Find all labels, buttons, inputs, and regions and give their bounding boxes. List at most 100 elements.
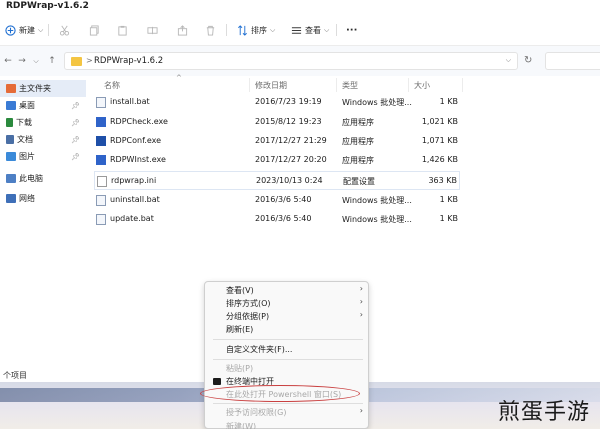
column-header-modified[interactable]: 修改日期 xyxy=(255,80,287,91)
navigation-pane: 主文件夹 桌面 📌︎ 下载 📌︎ 文档 📌︎ 图片 📌︎ 此电脑 网络 xyxy=(0,76,86,368)
table-row[interactable]: RDPWInst.exe 2017/12/27 20:20 应用程序 1,426… xyxy=(94,151,460,170)
pin-icon: 📌︎ xyxy=(71,135,80,144)
pin-icon: 📌︎ xyxy=(71,118,80,127)
menu-item-new[interactable]: 新建(W) xyxy=(205,420,370,429)
window-title: RDPWrap-v1.6.2 xyxy=(6,1,89,11)
forward-button[interactable]: → xyxy=(16,55,28,67)
menu-item-paste[interactable]: 粘贴(P) xyxy=(205,362,370,375)
share-icon xyxy=(176,24,188,36)
file-name: update.bat xyxy=(110,214,154,223)
sidebar-item-network[interactable]: 网络 xyxy=(0,190,86,207)
menu-item-customize-folder[interactable]: 自定义文件夹(F)... xyxy=(205,343,370,356)
new-label: 新建 xyxy=(19,25,35,35)
up-button[interactable]: ↑ xyxy=(46,55,58,67)
home-icon xyxy=(6,84,16,93)
bat-icon xyxy=(96,214,106,225)
column-divider[interactable] xyxy=(336,78,337,92)
column-divider[interactable] xyxy=(408,78,409,92)
rename-icon xyxy=(146,24,158,36)
download-icon xyxy=(6,118,13,127)
trash-icon xyxy=(204,24,216,36)
table-row[interactable]: uninstall.bat 2016/3/6 5:40 Windows 批处理.… xyxy=(94,191,460,210)
terminal-icon xyxy=(213,378,221,385)
sort-icon xyxy=(236,24,248,36)
table-row[interactable]: rdpwrap.ini 2023/10/13 0:24 配置设置 363 KB xyxy=(94,171,460,190)
paste-button[interactable] xyxy=(116,22,128,38)
new-dropdown-icon: ⌵ xyxy=(38,25,44,34)
view-label: 查看 xyxy=(305,25,321,35)
view-icon xyxy=(290,24,302,36)
pin-icon: 📌︎ xyxy=(71,152,80,161)
menu-item-sort-by[interactable]: 排序方式(O) › xyxy=(205,297,370,310)
desktop-icon xyxy=(6,101,16,110)
toolbar: 新建 ⌵ 排序 ⌵ 查看 ⌵ ··· xyxy=(0,14,600,46)
up-arrow-icon: ↑ xyxy=(48,56,56,66)
document-icon xyxy=(6,135,14,144)
column-header-size[interactable]: 大小 xyxy=(414,80,430,91)
view-button[interactable]: 查看 ⌵ xyxy=(290,22,329,38)
address-bar[interactable]: > RDPWrap-v1.6.2 ⌵ xyxy=(64,52,518,70)
column-divider[interactable] xyxy=(462,78,463,92)
refresh-button[interactable]: ↻ xyxy=(524,55,532,66)
refresh-icon: ↻ xyxy=(524,55,533,66)
menu-item-view[interactable]: 查看(V) › xyxy=(205,284,370,297)
copy-icon xyxy=(88,24,100,36)
sidebar-item-home[interactable]: 主文件夹 xyxy=(0,80,86,97)
exe-icon xyxy=(96,136,106,146)
pin-icon: 📌︎ xyxy=(71,101,80,110)
bat-icon xyxy=(96,97,106,108)
table-row[interactable]: update.bat 2016/3/6 5:40 Windows 批处理... … xyxy=(94,210,460,229)
menu-item-group-by[interactable]: 分组依据(P) › xyxy=(205,310,370,323)
address-dropdown-icon[interactable]: ⌵ xyxy=(506,56,511,65)
file-size: 363 KB xyxy=(428,176,457,185)
menu-item-label: 自定义文件夹(F)... xyxy=(226,345,293,354)
file-name: rdpwrap.ini xyxy=(111,176,157,185)
search-input[interactable] xyxy=(545,52,600,70)
sidebar-item-downloads[interactable]: 下载 📌︎ xyxy=(0,114,86,131)
title-bar: RDPWrap-v1.6.2 xyxy=(0,0,600,14)
menu-item-label: 授予访问权限(G) xyxy=(226,408,287,417)
forward-arrow-icon: → xyxy=(18,56,26,66)
watermark-text: 煎蛋手游 xyxy=(498,400,591,425)
share-button[interactable] xyxy=(176,22,188,38)
file-name: RDPConf.exe xyxy=(110,136,162,145)
menu-separator xyxy=(213,339,363,340)
more-icon: ··· xyxy=(346,24,358,36)
chevron-right-icon: › xyxy=(359,310,363,319)
column-header-name[interactable]: 名称 xyxy=(104,80,120,91)
menu-item-give-access[interactable]: 授予访问权限(G) › xyxy=(205,406,370,419)
file-type: 应用程序 xyxy=(342,118,374,127)
delete-button[interactable] xyxy=(204,22,216,38)
file-modified: 2017/12/27 21:29 xyxy=(255,136,327,145)
sidebar-item-pictures[interactable]: 图片 📌︎ xyxy=(0,148,86,165)
sidebar-item-label: 主文件夹 xyxy=(19,84,51,93)
copy-button[interactable] xyxy=(88,22,100,38)
new-button[interactable]: 新建 ⌵ xyxy=(4,22,43,38)
address-row: ← → ⌵ ↑ > RDPWrap-v1.6.2 ⌵ ↻ xyxy=(0,46,600,76)
menu-item-refresh[interactable]: 刷新(E) xyxy=(205,323,370,336)
computer-icon xyxy=(6,174,16,183)
sidebar-item-documents[interactable]: 文档 📌︎ xyxy=(0,131,86,148)
paste-icon xyxy=(116,24,128,36)
file-size: 1 KB xyxy=(439,214,458,223)
file-modified: 2023/10/13 0:24 xyxy=(256,176,323,185)
picture-icon xyxy=(6,152,16,161)
cut-button[interactable] xyxy=(58,22,70,38)
sidebar-item-desktop[interactable]: 桌面 📌︎ xyxy=(0,97,86,114)
file-size: 1,426 KB xyxy=(421,155,458,164)
breadcrumb-path[interactable]: RDPWrap-v1.6.2 xyxy=(94,56,163,66)
sort-button[interactable]: 排序 ⌵ xyxy=(236,22,275,38)
table-row[interactable]: install.bat 2016/7/23 19:19 Windows 批处理.… xyxy=(94,93,460,112)
recent-dropdown[interactable]: ⌵ xyxy=(30,55,42,67)
sidebar-item-this-pc[interactable]: 此电脑 xyxy=(0,170,86,187)
rename-button[interactable] xyxy=(146,22,158,38)
column-divider[interactable] xyxy=(249,78,250,92)
back-button[interactable]: ← xyxy=(2,55,14,67)
table-row[interactable]: RDPConf.exe 2017/12/27 21:29 应用程序 1,071 … xyxy=(94,132,460,151)
table-row[interactable]: RDPCheck.exe 2015/8/12 19:23 应用程序 1,021 … xyxy=(94,113,460,132)
chevron-right-icon: › xyxy=(359,406,363,415)
more-options-button[interactable]: ··· xyxy=(346,22,357,38)
file-modified: 2016/3/6 5:40 xyxy=(255,214,312,223)
column-header-type[interactable]: 类型 xyxy=(342,80,358,91)
network-icon xyxy=(6,194,16,203)
